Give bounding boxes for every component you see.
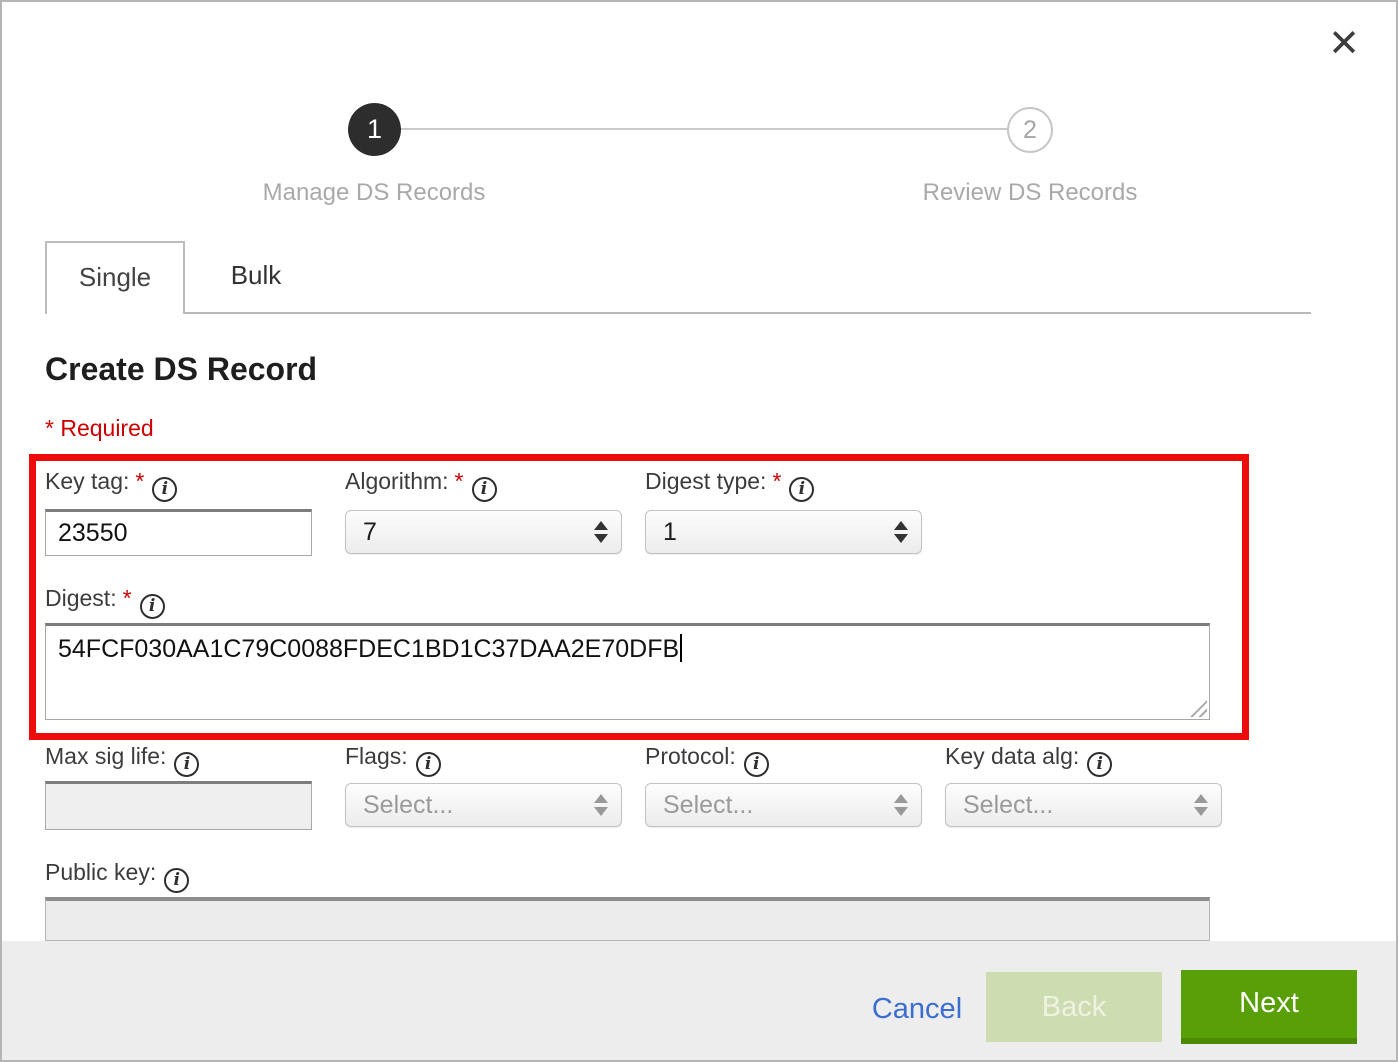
public-key-info-icon[interactable]: i xyxy=(164,868,189,893)
protocol-label-text: Protocol: xyxy=(645,743,736,769)
max-sig-life-input[interactable] xyxy=(45,781,312,830)
tab-single[interactable]: Single xyxy=(45,241,185,314)
key-tag-info-icon[interactable]: i xyxy=(152,477,177,502)
key-data-alg-select-value: Select... xyxy=(963,791,1053,820)
digest-value: 54FCF030AA1C79C0088FDEC1BD1C37DAA2E70DFB xyxy=(58,635,679,663)
digest-required-star: * xyxy=(123,585,132,611)
flags-label-text: Flags: xyxy=(345,743,408,769)
key-tag-label-text: Key tag: xyxy=(45,468,129,494)
required-note: * Required xyxy=(45,415,154,442)
create-ds-record-modal: ✕ 1 2 Manage DS Records Review DS Record… xyxy=(0,0,1398,1062)
select-spinner-icon xyxy=(594,521,608,543)
select-spinner-icon xyxy=(594,794,608,816)
select-spinner-icon xyxy=(1194,794,1208,816)
protocol-select[interactable]: Select... xyxy=(645,783,922,827)
page-title: Create DS Record xyxy=(45,351,317,388)
max-sig-life-label: Max sig life: i xyxy=(45,743,199,777)
algorithm-select-value: 7 xyxy=(363,518,377,547)
text-cursor xyxy=(680,634,682,662)
digest-type-select[interactable]: 1 xyxy=(645,510,922,554)
protocol-label: Protocol: i xyxy=(645,743,769,777)
protocol-info-icon[interactable]: i xyxy=(744,752,769,777)
key-tag-required-star: * xyxy=(135,468,144,494)
digest-type-required-star: * xyxy=(772,468,781,494)
stepper-connector-line xyxy=(374,128,1030,130)
key-data-alg-label: Key data alg: i xyxy=(945,743,1112,777)
back-button[interactable]: Back xyxy=(986,972,1162,1042)
public-key-textarea[interactable] xyxy=(45,897,1210,941)
digest-label: Digest:* i xyxy=(45,585,165,619)
step-1-circle: 1 xyxy=(348,103,401,156)
resize-handle-icon[interactable] xyxy=(1190,700,1207,717)
key-tag-label: Key tag:* i xyxy=(45,468,177,502)
key-data-alg-info-icon[interactable]: i xyxy=(1087,752,1112,777)
algorithm-select[interactable]: 7 xyxy=(345,510,622,554)
flags-info-icon[interactable]: i xyxy=(416,752,441,777)
algorithm-label-text: Algorithm: xyxy=(345,468,449,494)
algorithm-label: Algorithm:* i xyxy=(345,468,497,502)
public-key-label: Public key: i xyxy=(45,859,189,893)
flags-select-value: Select... xyxy=(363,791,453,820)
digest-type-info-icon[interactable]: i xyxy=(789,477,814,502)
key-data-alg-label-text: Key data alg: xyxy=(945,743,1079,769)
cancel-button[interactable]: Cancel xyxy=(862,986,972,1032)
max-sig-life-info-icon[interactable]: i xyxy=(174,752,199,777)
flags-label: Flags: i xyxy=(345,743,441,777)
step-2-label: Review DS Records xyxy=(855,179,1205,207)
algorithm-required-star: * xyxy=(455,468,464,494)
digest-label-text: Digest: xyxy=(45,585,117,611)
protocol-select-value: Select... xyxy=(663,791,753,820)
algorithm-info-icon[interactable]: i xyxy=(472,477,497,502)
tab-bar-underline xyxy=(45,312,1311,314)
step-1-label: Manage DS Records xyxy=(199,179,549,207)
digest-textarea[interactable]: 54FCF030AA1C79C0088FDEC1BD1C37DAA2E70DFB xyxy=(45,623,1210,720)
select-spinner-icon xyxy=(894,794,908,816)
step-2-circle: 2 xyxy=(1007,107,1053,153)
key-data-alg-select[interactable]: Select... xyxy=(945,783,1222,827)
close-icon[interactable]: ✕ xyxy=(1320,20,1368,68)
max-sig-life-label-text: Max sig life: xyxy=(45,743,166,769)
tab-bulk[interactable]: Bulk xyxy=(187,241,325,312)
digest-info-icon[interactable]: i xyxy=(140,594,165,619)
digest-type-label-text: Digest type: xyxy=(645,468,766,494)
digest-type-label: Digest type:* i xyxy=(645,468,814,502)
select-spinner-icon xyxy=(894,521,908,543)
next-button[interactable]: Next xyxy=(1181,970,1357,1044)
key-tag-input[interactable] xyxy=(45,509,312,556)
public-key-label-text: Public key: xyxy=(45,859,156,885)
flags-select[interactable]: Select... xyxy=(345,783,622,827)
digest-type-select-value: 1 xyxy=(663,518,677,547)
